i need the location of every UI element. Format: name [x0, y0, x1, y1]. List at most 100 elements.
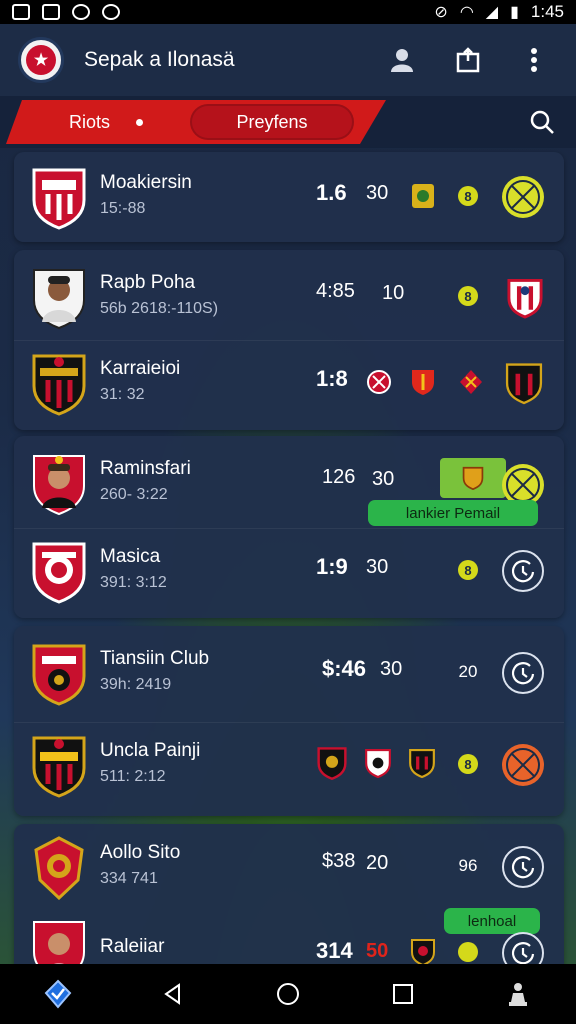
- battery-icon: ▮: [510, 4, 519, 21]
- team-score: $38: [322, 850, 356, 872]
- stat-chip: 8: [458, 754, 478, 774]
- highlight-badge: [440, 458, 506, 498]
- stat-chip: 8: [458, 186, 478, 206]
- recents-icon: [393, 984, 414, 1004]
- badge-icon: [366, 368, 392, 396]
- player-name: Raminsfari: [100, 458, 191, 479]
- share-icon: [456, 47, 480, 73]
- shield-icon: [462, 466, 484, 490]
- match-card: Aollo Sito 334 741 $38 20 96 lenhoal Ral…: [14, 824, 564, 974]
- app-logo: ★: [18, 37, 64, 83]
- tab-preyfens[interactable]: Preyfens: [190, 104, 354, 140]
- player-score: 126: [322, 466, 356, 488]
- team-value: 30: [366, 182, 389, 204]
- team-meta: 511: 2:12: [100, 768, 166, 785]
- search-icon: [530, 110, 554, 134]
- status-pill[interactable]: lankier Pemail: [368, 500, 538, 526]
- team-value: 30: [380, 658, 403, 680]
- team-row[interactable]: Moakiersin 15:-88 1.6 30 8: [14, 154, 564, 240]
- app-bar: ★ Sepak a Ilonasä: [0, 24, 576, 96]
- team-name: Uncla Painji: [100, 740, 201, 761]
- star-icon: ★: [26, 45, 56, 75]
- back-button[interactable]: [149, 970, 197, 1018]
- badge-icon: [364, 746, 392, 780]
- history-icon: [511, 662, 535, 685]
- team-row[interactable]: Masica 391: 3:12 1:9 30 8: [14, 528, 564, 614]
- stat-value: 20: [458, 662, 478, 681]
- more-vert-icon: [531, 48, 537, 72]
- clock-time: 1:45: [530, 2, 564, 21]
- team-row[interactable]: Aollo Sito 334 741 $38 20 96: [14, 824, 564, 910]
- team-meta: 31: 32: [100, 386, 145, 403]
- tab-indicator-dot: [136, 118, 143, 126]
- team-crest-icon: [30, 540, 88, 604]
- team-value: 30: [366, 556, 389, 578]
- history-icon: [511, 856, 535, 879]
- home-button[interactable]: [264, 970, 312, 1018]
- player-name: Rapb Poha: [100, 272, 196, 293]
- player-row[interactable]: Rapb Poha 56b 2618:-110S) 4:85 10 8: [14, 254, 564, 340]
- team-score: $:46: [322, 656, 367, 681]
- history-button[interactable]: [502, 550, 544, 592]
- wifi-icon: ◠: [459, 4, 474, 21]
- history-button[interactable]: [502, 652, 544, 694]
- team-meta: 39h: 2419: [100, 676, 172, 693]
- app-title: Sepak a Ilonasä: [84, 48, 235, 71]
- tab-label: Riots: [68, 111, 110, 132]
- team-score: 1:8: [316, 366, 348, 391]
- ball-icon: [506, 468, 540, 502]
- team-name: Aollo Sito: [100, 842, 181, 863]
- team-crest-icon: [30, 734, 88, 798]
- recents-button[interactable]: [379, 970, 427, 1018]
- team-meta: 15:-88: [100, 200, 146, 217]
- app-shortcut-button[interactable]: [34, 970, 82, 1018]
- team-row[interactable]: Tiansiin Club 39h: 2419 $:46 30 20: [14, 630, 564, 716]
- club-crest-icon: [504, 360, 544, 406]
- stat-chip: 8: [458, 286, 478, 306]
- team-meta: 391: 3:12: [100, 574, 167, 591]
- player-avatar: [30, 452, 88, 516]
- badge-icon: [410, 182, 436, 210]
- match-card: Raminsfari 260- 3:22 126 30 lankier Pema…: [14, 436, 564, 618]
- tab-riots[interactable]: Riots: [6, 100, 206, 144]
- gallery-icon: [12, 4, 30, 20]
- home-icon: [276, 983, 299, 1005]
- team-row[interactable]: Uncla Painji 511: 2:12 8: [14, 722, 564, 808]
- match-card: Tiansiin Club 39h: 2419 $:46 30 20 Uncla…: [14, 626, 564, 816]
- badge-icon: [410, 368, 436, 396]
- badge-icon: [458, 368, 484, 396]
- history-icon: [511, 560, 535, 583]
- match-card: Rapb Poha 56b 2618:-110S) 4:85 10 8 Karr…: [14, 250, 564, 430]
- history-icon: [511, 942, 535, 965]
- team-score: 1.6: [316, 180, 347, 205]
- badge-icon: [408, 746, 436, 780]
- signal-icon: ◢: [485, 4, 499, 21]
- badge-icon: [410, 938, 436, 967]
- match-action-button[interactable]: [502, 176, 544, 218]
- profile-button[interactable]: [378, 36, 426, 84]
- system-nav-bar: [0, 964, 576, 1024]
- history-button[interactable]: [502, 846, 544, 888]
- match-action-button[interactable]: [502, 744, 544, 786]
- player-row[interactable]: Raminsfari 260- 3:22 126 30 lankier Pema…: [14, 440, 564, 526]
- player-name: Raleiiar: [100, 936, 165, 957]
- team-row[interactable]: Karraieioi 31: 32 1:8: [14, 340, 564, 426]
- ball-icon: [506, 180, 540, 214]
- tab-bar: Riots Preyfens: [0, 96, 576, 148]
- share-button[interactable]: [444, 36, 492, 84]
- player-meta: 56b 2618:-110S): [100, 300, 219, 317]
- ball-icon: [506, 748, 540, 782]
- search-button[interactable]: [522, 102, 562, 142]
- more-options-button[interactable]: [510, 36, 558, 84]
- person-icon: [391, 49, 413, 72]
- team-name: Tiansiin Club: [100, 648, 210, 669]
- player-avatar: [30, 266, 88, 330]
- stat-value: 96: [458, 856, 478, 875]
- team-crest-icon: [30, 352, 88, 416]
- match-card: Moakiersin 15:-88 1.6 30 8: [14, 152, 564, 242]
- back-icon: [164, 983, 180, 1005]
- accessibility-button[interactable]: [494, 970, 542, 1018]
- team-crest-icon: [30, 836, 88, 901]
- player-value: 50: [366, 940, 389, 962]
- shield-app-icon: [44, 979, 71, 1009]
